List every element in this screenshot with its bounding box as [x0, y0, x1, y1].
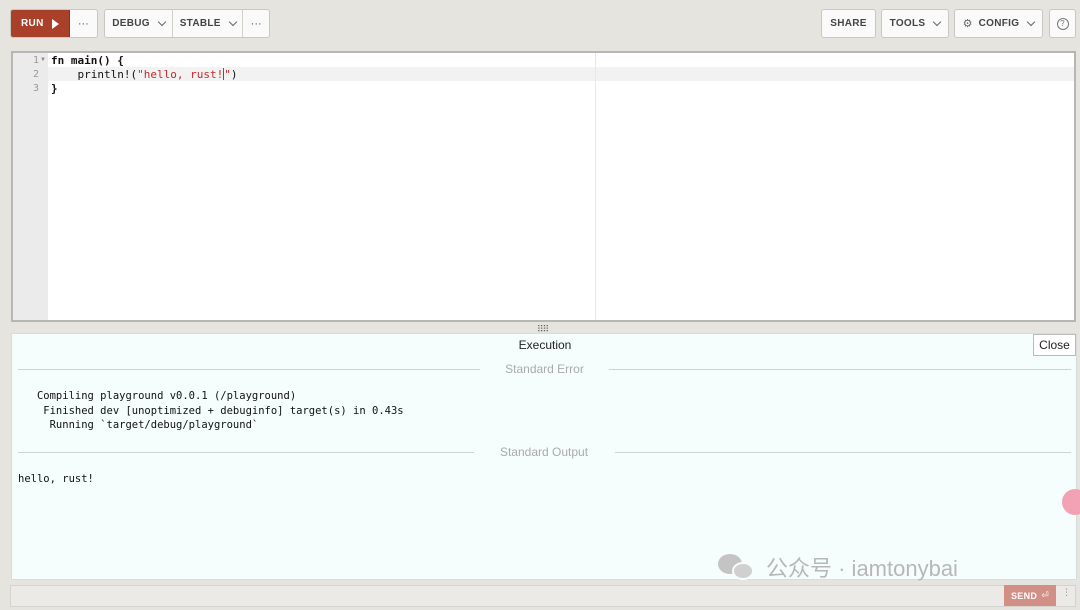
- code-text: main() {: [64, 54, 124, 67]
- stderr-line: Compiling playground v0.0.1 (/playground…: [18, 390, 297, 402]
- more-icon: ···: [250, 17, 262, 30]
- help-icon: ?: [1056, 17, 1069, 30]
- config-label: CONFIG: [978, 18, 1020, 29]
- help-group: ?: [1049, 9, 1076, 38]
- send-button[interactable]: SEND ⏎: [1004, 585, 1056, 606]
- close-output-button[interactable]: Close: [1033, 334, 1076, 356]
- bottom-more-icon[interactable]: ⋮: [1062, 587, 1071, 598]
- chevron-down-icon: [933, 17, 942, 26]
- share-label: SHARE: [830, 18, 867, 29]
- code-line-2: println!("hello, rust!"): [51, 68, 237, 81]
- divider: [609, 369, 1071, 370]
- line-number: 3: [32, 83, 39, 94]
- stderr-line: Finished dev [unoptimized + debuginfo] t…: [18, 404, 404, 417]
- line-number: 2: [32, 69, 39, 80]
- string-literal: "hello, rust!: [137, 68, 224, 81]
- config-group: ⚙ CONFIG: [954, 9, 1043, 38]
- toolbar: RUN ··· DEBUG STABLE ··· SHARE TOOLS ⚙ C…: [10, 9, 1076, 39]
- play-icon: [51, 18, 59, 29]
- send-icon: ⏎: [1041, 590, 1050, 600]
- run-group: RUN ···: [10, 9, 98, 38]
- chevron-down-icon: [228, 17, 238, 26]
- send-label: SEND: [1010, 590, 1038, 601]
- stderr-line: Running `target/debug/playground`: [18, 419, 259, 431]
- mode-label: DEBUG: [112, 18, 150, 29]
- gear-icon: ⚙: [962, 17, 973, 30]
- stderr-label: Standard Error: [505, 362, 584, 376]
- channel-label: STABLE: [179, 18, 221, 29]
- help-button[interactable]: ?: [1050, 10, 1075, 37]
- mode-dropdown[interactable]: DEBUG: [105, 10, 174, 37]
- stdout-label: Standard Output: [499, 445, 589, 459]
- tools-group: TOOLS: [881, 9, 949, 38]
- divider: [18, 369, 480, 370]
- editor-gutter: 1 ▼ 2 3: [13, 53, 48, 320]
- divider: [18, 452, 474, 453]
- bottom-bar: [10, 585, 1076, 607]
- chevron-down-icon: [157, 17, 167, 26]
- share-button[interactable]: SHARE: [822, 10, 875, 37]
- config-dropdown[interactable]: ⚙ CONFIG: [955, 10, 1042, 37]
- line-number: 1: [32, 55, 39, 66]
- string-literal-end: ": [224, 68, 231, 81]
- run-label: RUN: [21, 18, 44, 29]
- chevron-down-icon: [1027, 17, 1036, 26]
- build-group: DEBUG STABLE ···: [104, 9, 270, 38]
- output-panel: Execution Close Standard Error Compiling…: [11, 333, 1077, 580]
- wechat-icon: [718, 552, 758, 582]
- divider: [615, 452, 1071, 453]
- keyword: fn: [51, 54, 65, 67]
- fold-arrow-icon[interactable]: ▼: [40, 57, 46, 63]
- stdout-output: hello, rust!: [18, 472, 94, 487]
- output-title: Execution: [518, 338, 572, 352]
- watermark: 公众号 · iamtonybai: [718, 551, 958, 583]
- stdout-line: hello, rust!: [18, 473, 94, 485]
- code-editor[interactable]: 1 ▼ 2 3 fn main() { println!("hello, rus…: [11, 51, 1076, 322]
- print-margin: [595, 53, 596, 320]
- more-icon: ···: [77, 17, 89, 30]
- channel-dropdown[interactable]: STABLE: [173, 10, 244, 37]
- code-text: ): [230, 68, 238, 81]
- advanced-more-button[interactable]: ···: [243, 10, 269, 37]
- stderr-output: Compiling playground v0.0.1 (/playground…: [18, 389, 404, 433]
- code-line-1: fn main() {: [51, 54, 124, 67]
- watermark-text: 公众号 · iamtonybai: [766, 556, 958, 581]
- run-button[interactable]: RUN: [11, 10, 70, 37]
- code-text: println!(: [51, 68, 138, 81]
- run-more-button[interactable]: ···: [70, 10, 97, 37]
- code-line-3: }: [51, 82, 58, 95]
- share-group: SHARE: [821, 9, 876, 38]
- tools-label: TOOLS: [889, 18, 926, 29]
- tools-dropdown[interactable]: TOOLS: [882, 10, 948, 37]
